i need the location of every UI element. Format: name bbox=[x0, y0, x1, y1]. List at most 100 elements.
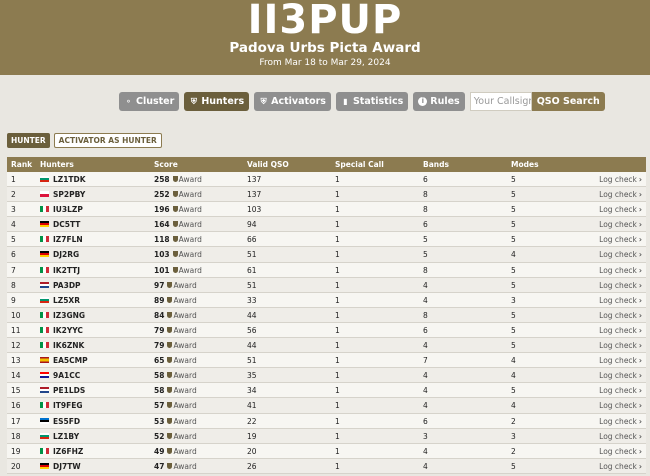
log-check-label: Log check bbox=[599, 280, 637, 290]
hunter-callsign: IT9FEG bbox=[53, 401, 83, 411]
award-label: Award bbox=[173, 310, 197, 320]
rank-cell: 12 bbox=[11, 341, 21, 351]
log-check-link[interactable]: Log check › bbox=[599, 293, 642, 308]
award-link[interactable]: Award bbox=[167, 417, 197, 426]
bands-cell: 5 bbox=[423, 250, 428, 260]
award-link[interactable]: Award bbox=[167, 401, 197, 410]
award-link[interactable]: Award bbox=[167, 447, 197, 456]
score-value: 58 bbox=[154, 371, 165, 381]
award-link[interactable]: Award bbox=[172, 266, 202, 275]
award-link[interactable]: Award bbox=[167, 310, 197, 320]
score-value: 84 bbox=[154, 310, 165, 320]
flag-icon bbox=[40, 462, 49, 469]
award-link[interactable]: Award bbox=[167, 432, 197, 441]
award-link[interactable]: Award bbox=[172, 220, 202, 229]
log-check-link[interactable]: Log check › bbox=[599, 247, 642, 262]
hunters-button[interactable]: ⛨ Hunters bbox=[184, 92, 250, 111]
chevron-right-icon: › bbox=[638, 220, 642, 230]
score-cell: 49 Award bbox=[154, 444, 197, 459]
qso-search-button[interactable]: QSO Search bbox=[531, 92, 605, 111]
log-check-link[interactable]: Log check › bbox=[599, 398, 642, 413]
flag-icon bbox=[40, 342, 49, 349]
award-link[interactable]: Award bbox=[172, 235, 202, 244]
statistics-button[interactable]: ▮ Statistics bbox=[335, 92, 409, 111]
shield-icon bbox=[167, 357, 173, 364]
flag-icon bbox=[40, 266, 49, 273]
activators-label: Activators bbox=[271, 96, 326, 107]
log-check-link[interactable]: Log check › bbox=[599, 187, 642, 202]
award-link[interactable]: Award bbox=[167, 325, 197, 335]
table-row: 2 SP2PBY 252 Award 137 1 8 5 Log check › bbox=[7, 187, 646, 203]
award-link[interactable]: Award bbox=[167, 296, 197, 305]
score-cell: 58 Award bbox=[154, 368, 197, 383]
event-callsign: II3PUP bbox=[247, 0, 403, 43]
log-check-link[interactable]: Log check › bbox=[599, 368, 642, 383]
special-call-cell: 1 bbox=[335, 235, 340, 245]
table-row: 18 LZ1BY 52 Award 19 1 3 3 Log check › bbox=[7, 428, 646, 444]
rank-cell: 16 bbox=[11, 401, 21, 411]
bands-cell: 6 bbox=[423, 325, 428, 335]
shield-icon bbox=[167, 417, 173, 424]
table-row: 14 9A1CC 58 Award 35 1 4 4 Log check › bbox=[7, 368, 646, 384]
activators-button[interactable]: ⛨ Activators bbox=[254, 92, 331, 111]
award-link[interactable]: Award bbox=[167, 386, 197, 395]
log-check-label: Log check bbox=[599, 265, 637, 275]
log-check-label: Log check bbox=[599, 341, 637, 351]
log-check-link[interactable]: Log check › bbox=[599, 459, 642, 474]
hunter-callsign: DJ2RG bbox=[53, 250, 80, 260]
log-check-link[interactable]: Log check › bbox=[599, 172, 642, 187]
award-label: Award bbox=[178, 250, 202, 260]
rank-cell: 2 bbox=[11, 190, 16, 200]
valid-qso-cell: 137 bbox=[247, 175, 262, 184]
chevron-right-icon: › bbox=[638, 175, 642, 184]
log-check-link[interactable]: Log check › bbox=[599, 232, 642, 247]
shield-icon bbox=[172, 266, 178, 273]
hunter-cell: IK2TTJ bbox=[40, 263, 80, 278]
log-check-link[interactable]: Log check › bbox=[599, 323, 642, 338]
score-cell: 252 Award bbox=[154, 187, 202, 202]
bands-cell: 6 bbox=[423, 416, 428, 426]
award-link[interactable]: Award bbox=[172, 175, 202, 184]
hunter-callsign: SP2PBY bbox=[53, 190, 86, 200]
log-check-link[interactable]: Log check › bbox=[599, 338, 642, 353]
log-check-link[interactable]: Log check › bbox=[599, 263, 642, 278]
score-value: 79 bbox=[154, 341, 165, 351]
award-link[interactable]: Award bbox=[172, 250, 202, 260]
log-check-link[interactable]: Log check › bbox=[599, 444, 642, 459]
valid-qso-cell: 20 bbox=[247, 446, 257, 456]
modes-cell: 5 bbox=[511, 341, 516, 351]
rules-button[interactable]: i Rules bbox=[413, 92, 465, 111]
log-check-link[interactable]: Log check › bbox=[599, 353, 642, 368]
log-check-link[interactable]: Log check › bbox=[599, 278, 642, 293]
log-check-label: Log check bbox=[599, 446, 637, 456]
hunter-callsign: IZ7FLN bbox=[53, 235, 83, 245]
hunter-callsign: DJ7TW bbox=[53, 461, 81, 471]
tab-hunter[interactable]: HUNTER bbox=[7, 133, 50, 148]
award-link[interactable]: Award bbox=[167, 462, 197, 471]
award-label: Award bbox=[173, 325, 197, 335]
chevron-right-icon: › bbox=[638, 461, 642, 471]
award-link[interactable]: Award bbox=[167, 356, 197, 365]
award-link[interactable]: Award bbox=[172, 205, 202, 214]
bands-cell: 4 bbox=[423, 371, 428, 381]
hunter-callsign: 9A1CC bbox=[53, 371, 81, 381]
log-check-link[interactable]: Log check › bbox=[599, 202, 642, 217]
bands-cell: 8 bbox=[423, 190, 428, 200]
award-link[interactable]: Award bbox=[167, 341, 197, 350]
flag-icon bbox=[40, 311, 49, 318]
tab-activator-as-hunter[interactable]: ACTIVATOR AS HUNTER bbox=[53, 133, 162, 148]
award-link[interactable]: Award bbox=[167, 281, 197, 290]
award-link[interactable]: Award bbox=[172, 190, 202, 199]
award-link[interactable]: Award bbox=[167, 371, 197, 380]
log-check-link[interactable]: Log check › bbox=[599, 383, 642, 398]
rss-icon: ⚬ bbox=[125, 97, 132, 106]
log-check-link[interactable]: Log check › bbox=[599, 217, 642, 232]
log-check-link[interactable]: Log check › bbox=[599, 414, 642, 429]
log-check-link[interactable]: Log check › bbox=[599, 308, 642, 323]
table-row: 11 IK2YYC 79 Award 56 1 6 5 Log check › bbox=[7, 322, 646, 339]
callsign-input[interactable]: Your Callsign bbox=[469, 92, 532, 111]
log-check-link[interactable]: Log check › bbox=[599, 429, 642, 444]
score-cell: 79 Award bbox=[154, 323, 197, 338]
cluster-button[interactable]: ⚬ Cluster bbox=[119, 92, 180, 111]
bands-cell: 4 bbox=[423, 280, 428, 290]
